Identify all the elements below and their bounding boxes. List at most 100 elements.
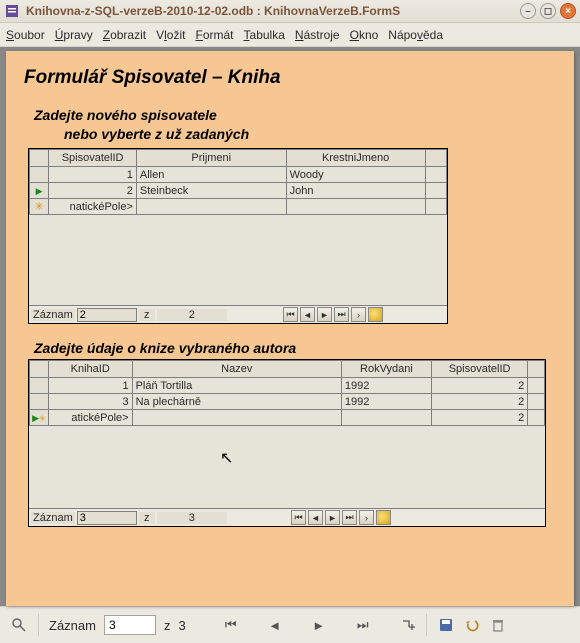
cell-spis[interactable]: 2 (431, 410, 527, 426)
nav-first-button[interactable]: ⏮ (283, 307, 298, 322)
cell-id[interactable]: 2 (49, 183, 137, 199)
table-row-new[interactable]: ✳ natickéPole> (30, 199, 447, 215)
nav-current-input[interactable] (77, 308, 137, 322)
main-nav-total: 3 (178, 618, 185, 633)
row-marker[interactable] (30, 378, 49, 394)
nav-next-button[interactable]: ► (317, 307, 332, 322)
cell-autofield[interactable]: natickéPole> (49, 199, 137, 215)
subform2-col-nazev[interactable]: Nazev (132, 361, 341, 378)
nav-total: 3 (157, 512, 227, 524)
subform1-col-jmeno[interactable]: KrestniJmeno (286, 150, 425, 167)
window-title: Knihovna-z-SQL-verzeB-2010-12-02.odb : K… (26, 4, 516, 18)
nav-save-button[interactable] (376, 510, 391, 525)
main-nav-save-icon[interactable] (437, 616, 455, 634)
nav-next-button[interactable]: ► (325, 510, 340, 525)
menu-soubor[interactable]: Soubor (6, 28, 45, 42)
nav-prev-button[interactable]: ◄ (300, 307, 315, 322)
subform2-navbar: Záznam z 3 ⏮ ◄ ► ⏭ › (29, 508, 545, 526)
row-marker[interactable] (30, 394, 49, 410)
main-nav-last-icon[interactable]: ⏭ (354, 616, 372, 634)
main-nav-next-icon[interactable]: ► (310, 616, 328, 634)
app-icon (4, 3, 20, 19)
nav-first-button[interactable]: ⏮ (291, 510, 306, 525)
cell-prijmeni[interactable]: Allen (136, 167, 286, 183)
subform1-navbar: Záznam z 2 ⏮ ◄ ► ⏭ › (29, 305, 447, 323)
titlebar: Knihovna-z-SQL-verzeB-2010-12-02.odb : K… (0, 0, 580, 23)
subform2-corner[interactable] (30, 361, 49, 378)
nav-last-button[interactable]: ⏭ (342, 510, 357, 525)
subform1-col-id[interactable]: SpisovatelID (49, 150, 137, 167)
document-viewport: Formulář Spisovatel – Kniha Zadejte nové… (0, 47, 580, 606)
form-title: Formulář Spisovatel – Kniha (24, 67, 556, 89)
nav-new-button[interactable]: › (351, 307, 366, 322)
row-marker-current-new[interactable]: ▶✳ (30, 410, 49, 426)
table-row[interactable]: 1 Pláň Tortilla 1992 2 (30, 378, 545, 394)
maximize-button[interactable]: ◻ (540, 3, 556, 19)
nav-new-button[interactable]: › (359, 510, 374, 525)
minimize-button[interactable]: – (520, 3, 536, 19)
table-row[interactable]: 1 Allen Woody (30, 167, 447, 183)
row-marker-current[interactable]: ▶ (30, 183, 49, 199)
table-row-new[interactable]: ▶✳ atickéPole> 2 (30, 410, 545, 426)
subform2-col-rok[interactable]: RokVydani (341, 361, 431, 378)
subform1-grid: SpisovatelID Prijmeni KrestniJmeno 1 All… (28, 148, 448, 324)
subform1-body-empty[interactable] (29, 215, 447, 305)
cell-nazev[interactable]: Pláň Tortilla (132, 378, 341, 394)
subform1-corner[interactable] (30, 150, 49, 167)
menu-vlozit[interactable]: Vložit (156, 28, 185, 42)
cell-jmeno[interactable]: John (286, 183, 425, 199)
find-record-icon[interactable] (10, 616, 28, 634)
table-row[interactable]: 3 Na plechárně 1992 2 (30, 394, 545, 410)
menu-upravy[interactable]: Úpravy (55, 28, 93, 42)
row-marker-new[interactable]: ✳ (30, 199, 49, 215)
menu-okno[interactable]: Okno (350, 28, 379, 42)
subform1-col-blank (425, 150, 446, 167)
menu-nastroje[interactable]: Nástroje (295, 28, 340, 42)
nav-total: 2 (157, 309, 227, 321)
nav-prev-button[interactable]: ◄ (308, 510, 323, 525)
main-nav-undo-icon[interactable] (463, 616, 481, 634)
main-nav-new-icon[interactable] (398, 616, 416, 634)
cell-jmeno[interactable]: Woody (286, 167, 425, 183)
menubar: Soubor Úpravy Zobrazit Vložit Formát Tab… (0, 23, 580, 47)
subform2-grid: KnihaID Nazev RokVydani SpisovatelID 1 P… (28, 359, 546, 527)
cell-id[interactable]: 3 (48, 394, 132, 410)
menu-zobrazit[interactable]: Zobrazit (103, 28, 146, 42)
subform2-header-row: KnihaID Nazev RokVydani SpisovatelID (30, 361, 545, 378)
menu-napoveda[interactable]: Nápověda (388, 28, 443, 42)
cell-autofield[interactable]: atickéPole> (48, 410, 132, 426)
menu-tabulka[interactable]: Tabulka (244, 28, 285, 42)
menu-format[interactable]: Formát (195, 28, 233, 42)
cell-id[interactable]: 1 (48, 378, 132, 394)
nav-label: Záznam (31, 512, 75, 524)
main-nav-toolbar: Záznam z 3 ⏮ ◄ ► ⏭ (0, 606, 580, 643)
subform2-col-spis[interactable]: SpisovatelID (431, 361, 527, 378)
main-nav-of: z (164, 618, 171, 633)
subform2-heading: Zadejte údaje o knize vybraného autora (34, 340, 556, 356)
nav-save-button[interactable] (368, 307, 383, 322)
nav-label: Záznam (31, 309, 75, 321)
close-button[interactable]: × (560, 3, 576, 19)
subform2-body-empty[interactable] (29, 426, 545, 508)
subform1-col-prijmeni[interactable]: Prijmeni (136, 150, 286, 167)
cell-spis[interactable]: 2 (431, 394, 527, 410)
nav-last-button[interactable]: ⏭ (334, 307, 349, 322)
cell-rok[interactable]: 1992 (341, 394, 431, 410)
subform1-header-row: SpisovatelID Prijmeni KrestniJmeno (30, 150, 447, 167)
form-document: Formulář Spisovatel – Kniha Zadejte nové… (6, 51, 574, 606)
cell-rok[interactable]: 1992 (341, 378, 431, 394)
main-nav-first-icon[interactable]: ⏮ (222, 616, 240, 634)
subform1-heading-line2: nebo vyberte z už zadaných (64, 126, 556, 142)
row-marker[interactable] (30, 167, 49, 183)
main-nav-prev-icon[interactable]: ◄ (266, 616, 284, 634)
main-nav-delete-icon[interactable] (489, 616, 507, 634)
main-nav-label: Záznam (49, 618, 96, 633)
nav-current-input[interactable] (77, 511, 137, 525)
cell-prijmeni[interactable]: Steinbeck (136, 183, 286, 199)
subform2-col-id[interactable]: KnihaID (48, 361, 132, 378)
cell-nazev[interactable]: Na plechárně (132, 394, 341, 410)
main-nav-current-input[interactable] (104, 615, 156, 635)
table-row[interactable]: ▶ 2 Steinbeck John (30, 183, 447, 199)
cell-id[interactable]: 1 (49, 167, 137, 183)
cell-spis[interactable]: 2 (431, 378, 527, 394)
